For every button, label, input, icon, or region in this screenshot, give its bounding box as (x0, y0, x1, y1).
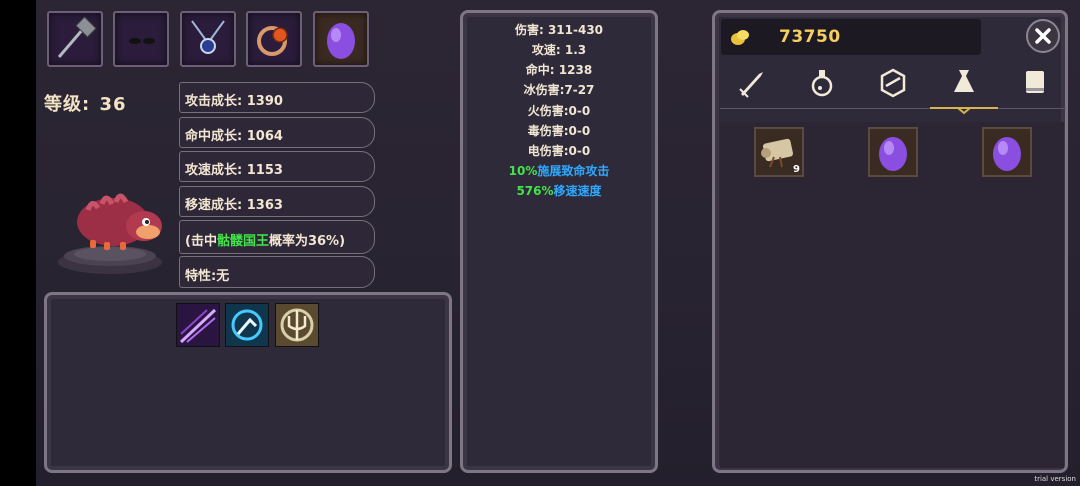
sword-icon (739, 72, 763, 98)
item-count: 9 (793, 164, 800, 175)
stat-value: 1390 (246, 94, 283, 109)
pet-egg-icon (327, 23, 355, 59)
pet-egg-icon (993, 137, 1021, 171)
pet-egg-icon (879, 137, 907, 171)
attr-accuracy: 命中: 1238 (525, 63, 593, 77)
bag-icon (954, 70, 974, 92)
stat-value: 1064 (246, 129, 283, 144)
potion-icon (811, 70, 833, 97)
attr-damage: 伤害: 311-430 (514, 23, 604, 37)
dark-glasses-icon (129, 38, 155, 44)
special-prefix: (击中 (185, 234, 217, 249)
gem-icon (880, 68, 906, 98)
stat-attack-speed-growth: 攻速成长: 1153 (179, 151, 375, 182)
strike-skill-icon (231, 309, 263, 341)
stat-accuracy-growth: 命中成长: 1064 (179, 117, 375, 148)
warhammer-icon (57, 16, 97, 58)
gold-coins-icon (731, 30, 749, 45)
close-icon (1035, 28, 1051, 44)
equipment-slot-glasses[interactable] (113, 11, 169, 67)
bonus-critical: 10%施展致命攻击 (462, 162, 656, 179)
attr-lightning-damage: 电伤害:0-0 (527, 144, 591, 158)
tab-weapons[interactable] (729, 64, 773, 102)
stat-value: 1363 (246, 198, 283, 213)
attr-fire-damage: 火伤害:0-0 (527, 104, 591, 118)
special-suffix: 概率为36%) (268, 234, 346, 249)
stat-label: 攻速成长: (185, 163, 243, 178)
stat-move-speed-growth: 移速成长: 1363 (179, 186, 375, 217)
character-level: 等级: 36 (44, 90, 127, 116)
equipment-slot-ring[interactable] (246, 11, 302, 67)
bonus-value: 576% (516, 184, 554, 198)
gold-bar (721, 19, 981, 55)
level-label: 等级: (44, 94, 91, 115)
ring-icon (257, 26, 288, 56)
level-value: 36 (99, 94, 127, 115)
pet-larva-icon (77, 193, 162, 250)
attr-ice-damage: 冰伤害:7-27 (523, 83, 595, 97)
amulet-icon (191, 20, 225, 54)
attr-poison-damage: 毒伤害:0-0 (527, 124, 591, 138)
bonus-value: 10% (508, 164, 538, 178)
chevron-down-icon (957, 107, 971, 115)
tab-potions[interactable] (800, 64, 844, 102)
bonus-move-speed: 576%移速速度 (462, 182, 656, 199)
stat-label: 移速成长: (185, 198, 243, 213)
equipment-slot-amulet[interactable] (180, 11, 236, 67)
stat-attack-growth: 攻击成长: 1390 (179, 82, 375, 113)
tab-bag[interactable] (942, 64, 986, 102)
stat-trait: 特性:无 (179, 256, 375, 288)
bonus-label: 施展致命攻击 (537, 164, 610, 178)
stat-special-chance: (击中骷髅国王概率为36%) (179, 220, 375, 254)
stat-label: 命中成长: (185, 129, 243, 144)
inventory-item-egg-1[interactable] (868, 127, 918, 177)
equipment-slot-weapon[interactable] (47, 11, 103, 67)
skill-slot-2[interactable] (225, 303, 269, 347)
attribute-panel (460, 10, 658, 473)
left-black-bar (0, 0, 36, 486)
skill-slot-3[interactable] (275, 303, 319, 347)
close-button[interactable] (1026, 19, 1060, 53)
inventory-item-egg-2[interactable] (982, 127, 1032, 177)
tab-book[interactable] (1013, 64, 1057, 102)
trial-watermark: trial version (1034, 475, 1076, 483)
inventory-item-scroll[interactable]: 9 (754, 127, 804, 177)
book-icon (1026, 71, 1044, 93)
stat-label: 攻击成长: (185, 94, 243, 109)
bonus-label: 移速速度 (553, 184, 602, 198)
trait-text: 特性:无 (185, 269, 230, 284)
special-boss-name: 骷髅国王 (216, 234, 269, 249)
tab-divider (720, 108, 1066, 109)
slash-skill-icon (179, 308, 217, 344)
stat-value: 1153 (246, 163, 283, 178)
equipment-slot-pet-egg[interactable] (313, 11, 369, 67)
attr-attack-speed: 攻速: 1.3 (531, 43, 587, 57)
trident-skill-icon (280, 308, 314, 342)
skill-slot-1[interactable] (176, 303, 220, 347)
tab-gems[interactable] (871, 64, 915, 102)
gold-amount: 73750 (779, 27, 841, 47)
